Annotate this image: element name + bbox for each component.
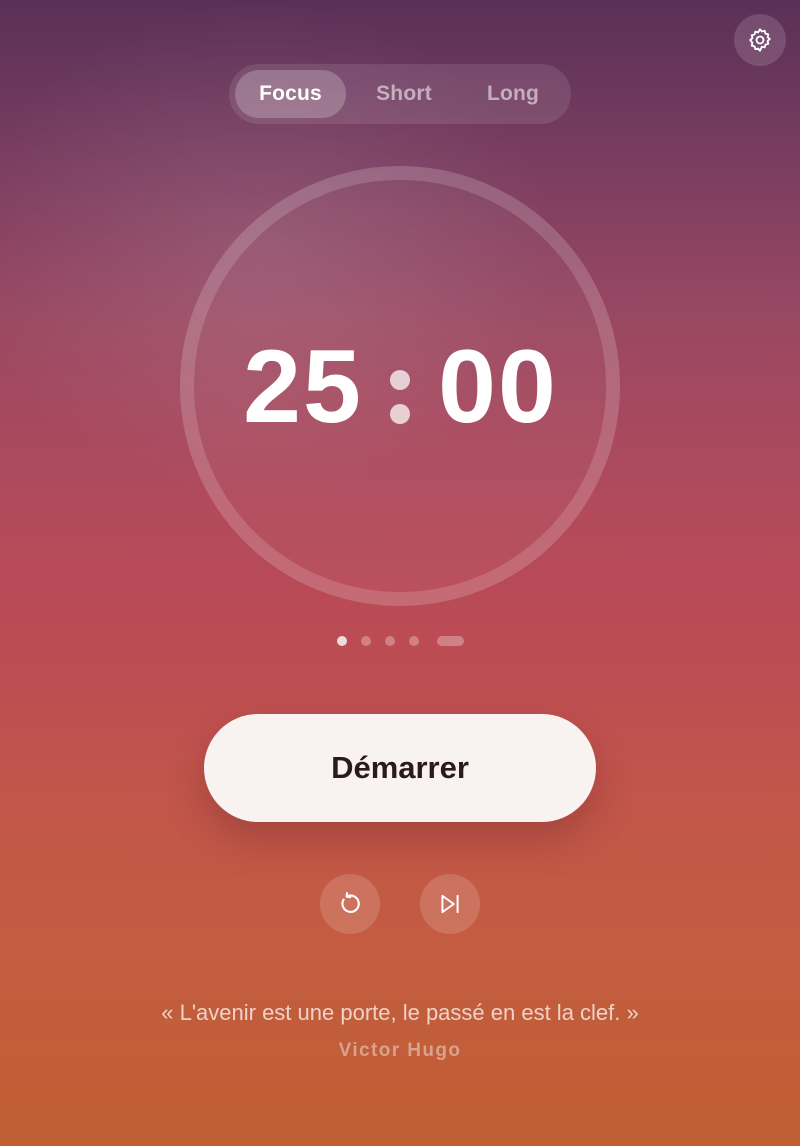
timer-minutes: 25 <box>243 329 363 445</box>
session-dot <box>361 636 371 646</box>
skip-forward-icon <box>441 894 459 914</box>
session-dot-long-break <box>437 636 464 646</box>
start-button[interactable]: Démarrer <box>204 714 596 822</box>
reset-button[interactable] <box>320 874 380 934</box>
quote-author: Victor Hugo <box>338 1040 462 1061</box>
session-dot <box>385 636 395 646</box>
tab-short[interactable]: Short <box>349 70 459 118</box>
tab-long[interactable]: Long <box>459 70 567 118</box>
settings-button[interactable] <box>734 14 786 66</box>
reset-icon <box>341 891 360 913</box>
timer-seconds: 00 <box>438 329 558 445</box>
timer-colon-bottom <box>390 404 410 424</box>
tab-focus[interactable]: Focus <box>235 70 346 118</box>
gear-icon <box>749 28 771 52</box>
timer-colon-top <box>390 370 410 390</box>
session-dot <box>409 636 419 646</box>
mode-tabs: Focus Short Long <box>229 64 571 124</box>
skip-button[interactable] <box>420 874 480 934</box>
quote-text: « L'avenir est une porte, le passé en es… <box>161 1000 639 1025</box>
session-dot <box>337 636 347 646</box>
